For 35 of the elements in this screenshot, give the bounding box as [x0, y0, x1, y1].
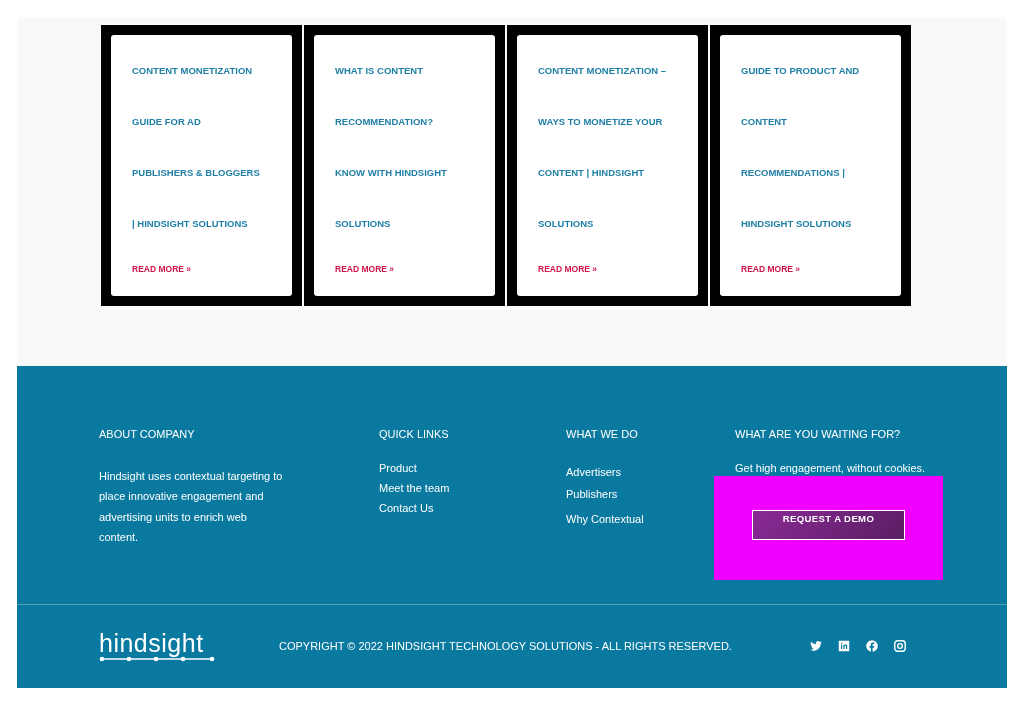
post-title[interactable]: CONTENT | HINDSIGHT [538, 167, 684, 218]
about-text: Hindsight uses contextual targeting to place innovative engagement and advertising units to enrich web content. [99, 469, 284, 545]
post-title[interactable]: CONTENT MONETIZATION [132, 65, 278, 116]
post-title[interactable]: PUBLISHERS & BLOGGERS [132, 167, 278, 218]
post-title[interactable]: CONTENT [741, 116, 887, 167]
linkedin-icon[interactable] [837, 639, 851, 653]
post-title[interactable]: CONTENT MONETIZATION – [538, 65, 684, 116]
footer-link[interactable]: Advertisers [566, 466, 622, 479]
post-title[interactable]: KNOW WITH HINDSIGHT [335, 167, 481, 218]
footer-link[interactable]: Meet the team [379, 482, 450, 495]
read-more-link[interactable]: READ MORE » [538, 264, 684, 274]
post-title[interactable]: GUIDE FOR AD [132, 116, 278, 167]
footer-link[interactable]: Why Contextual [566, 513, 644, 526]
column-heading: ABOUT COMPANY [99, 428, 196, 440]
request-demo-button[interactable]: REQUEST A DEMO [752, 510, 905, 540]
footer-link[interactable]: Product [379, 462, 417, 475]
read-more-link[interactable]: READ MORE » [741, 264, 887, 274]
logo[interactable]: hindsight [99, 630, 279, 662]
cta-text: Get high engagement, without cookies. [735, 462, 926, 475]
post-title[interactable]: WHAT IS CONTENT [335, 65, 481, 116]
column-heading: WHAT WE DO [566, 428, 639, 440]
instagram-icon[interactable] [893, 639, 907, 653]
read-more-link[interactable]: READ MORE » [335, 264, 481, 274]
column-heading: WHAT ARE YOU WAITING FOR? [735, 428, 902, 440]
read-more-link[interactable]: READ MORE » [132, 264, 278, 274]
twitter-icon[interactable] [809, 639, 823, 653]
post-title[interactable]: RECOMMENDATION? [335, 116, 481, 167]
copyright-text: COPYRIGHT © 2022 HINDSIGHT TECHNOLOGY SOLUTIONS - ALL RIGHTS RESERVED. [279, 640, 733, 652]
footer-link[interactable]: Contact Us [379, 502, 434, 515]
post-title[interactable]: GUIDE TO PRODUCT AND [741, 65, 887, 116]
footer-link[interactable]: Publishers [566, 488, 618, 501]
post-title[interactable]: WAYS TO MONETIZE YOUR [538, 116, 684, 167]
column-heading: QUICK LINKS [379, 428, 450, 440]
facebook-icon[interactable] [865, 639, 879, 653]
post-title[interactable]: RECOMMENDATIONS | [741, 167, 887, 218]
